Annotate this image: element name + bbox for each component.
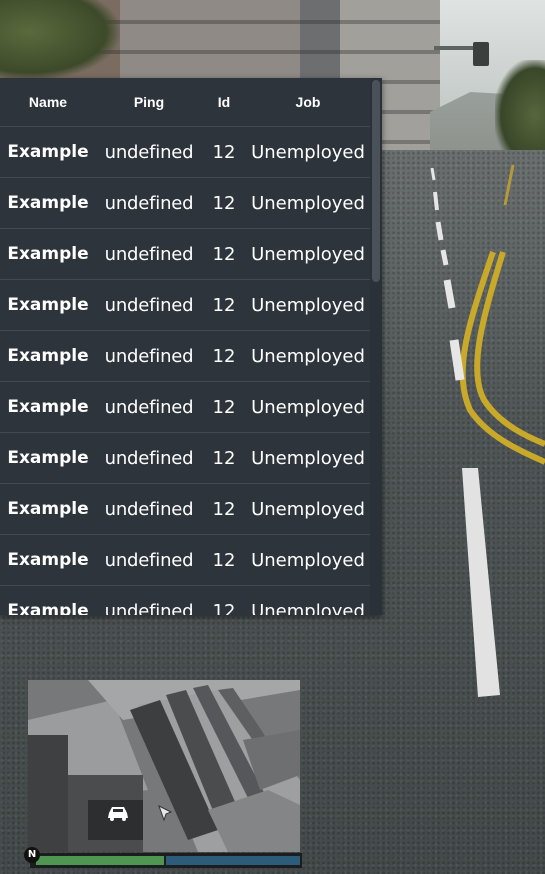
player-ping: undefined	[96, 534, 202, 586]
player-job: Unemployed	[246, 381, 370, 433]
column-header-id: Id	[202, 78, 246, 127]
player-ping: undefined	[96, 483, 202, 535]
player-table: Name Ping Id Job Example undefined 12 Un…	[0, 78, 370, 615]
player-id: 12	[202, 228, 246, 280]
table-row: Example undefined 12 Unemployed	[0, 330, 370, 382]
player-job: Unemployed	[246, 330, 370, 382]
scoreboard-panel: Name Ping Id Job Example undefined 12 Un…	[0, 78, 382, 615]
player-id: 12	[202, 126, 246, 178]
player-job: Unemployed	[246, 483, 370, 535]
table-row: Example undefined 12 Unemployed	[0, 126, 370, 178]
car-icon	[108, 807, 128, 821]
table-row: Example undefined 12 Unemployed	[0, 381, 370, 433]
player-id: 12	[202, 330, 246, 382]
player-name: Example	[0, 381, 96, 433]
scrollbar-thumb[interactable]	[372, 80, 380, 282]
table-row: Example undefined 12 Unemployed	[0, 483, 370, 535]
player-name: Example	[0, 585, 96, 615]
player-id: 12	[202, 585, 246, 615]
player-id: 12	[202, 432, 246, 484]
column-header-ping: Ping	[96, 78, 202, 127]
player-job: Unemployed	[246, 534, 370, 586]
player-id: 12	[202, 534, 246, 586]
player-name: Example	[0, 330, 96, 382]
player-name: Example	[0, 483, 96, 535]
health-bar	[36, 856, 164, 865]
player-ping: undefined	[96, 177, 202, 229]
player-job: Unemployed	[246, 279, 370, 331]
table-row: Example undefined 12 Unemployed	[0, 534, 370, 586]
player-name: Example	[0, 534, 96, 586]
player-job: Unemployed	[246, 228, 370, 280]
armor-bar	[166, 856, 300, 865]
player-job: Unemployed	[246, 177, 370, 229]
player-ping: undefined	[96, 381, 202, 433]
player-ping: undefined	[96, 330, 202, 382]
table-header-row: Name Ping Id Job	[0, 78, 370, 127]
player-name: Example	[0, 177, 96, 229]
player-arrow-icon	[158, 804, 173, 822]
player-id: 12	[202, 279, 246, 331]
player-id: 12	[202, 483, 246, 535]
player-id: 12	[202, 381, 246, 433]
column-header-job: Job	[246, 78, 370, 127]
player-ping: undefined	[96, 228, 202, 280]
table-row: Example undefined 12 Unemployed	[0, 177, 370, 229]
north-indicator: N	[24, 847, 40, 863]
table-row: Example undefined 12 Unemployed	[0, 585, 370, 615]
player-ping: undefined	[96, 585, 202, 615]
player-job: Unemployed	[246, 126, 370, 178]
minimap-terrain	[28, 680, 300, 852]
player-id: 12	[202, 177, 246, 229]
minimap	[28, 680, 300, 852]
player-ping: undefined	[96, 126, 202, 178]
player-name: Example	[0, 126, 96, 178]
player-name: Example	[0, 279, 96, 331]
player-name: Example	[0, 432, 96, 484]
table-row: Example undefined 12 Unemployed	[0, 228, 370, 280]
player-job: Unemployed	[246, 585, 370, 615]
player-ping: undefined	[96, 432, 202, 484]
column-header-name: Name	[0, 78, 96, 127]
table-row: Example undefined 12 Unemployed	[0, 279, 370, 331]
player-name: Example	[0, 228, 96, 280]
table-row: Example undefined 12 Unemployed	[0, 432, 370, 484]
player-ping: undefined	[96, 279, 202, 331]
player-job: Unemployed	[246, 432, 370, 484]
